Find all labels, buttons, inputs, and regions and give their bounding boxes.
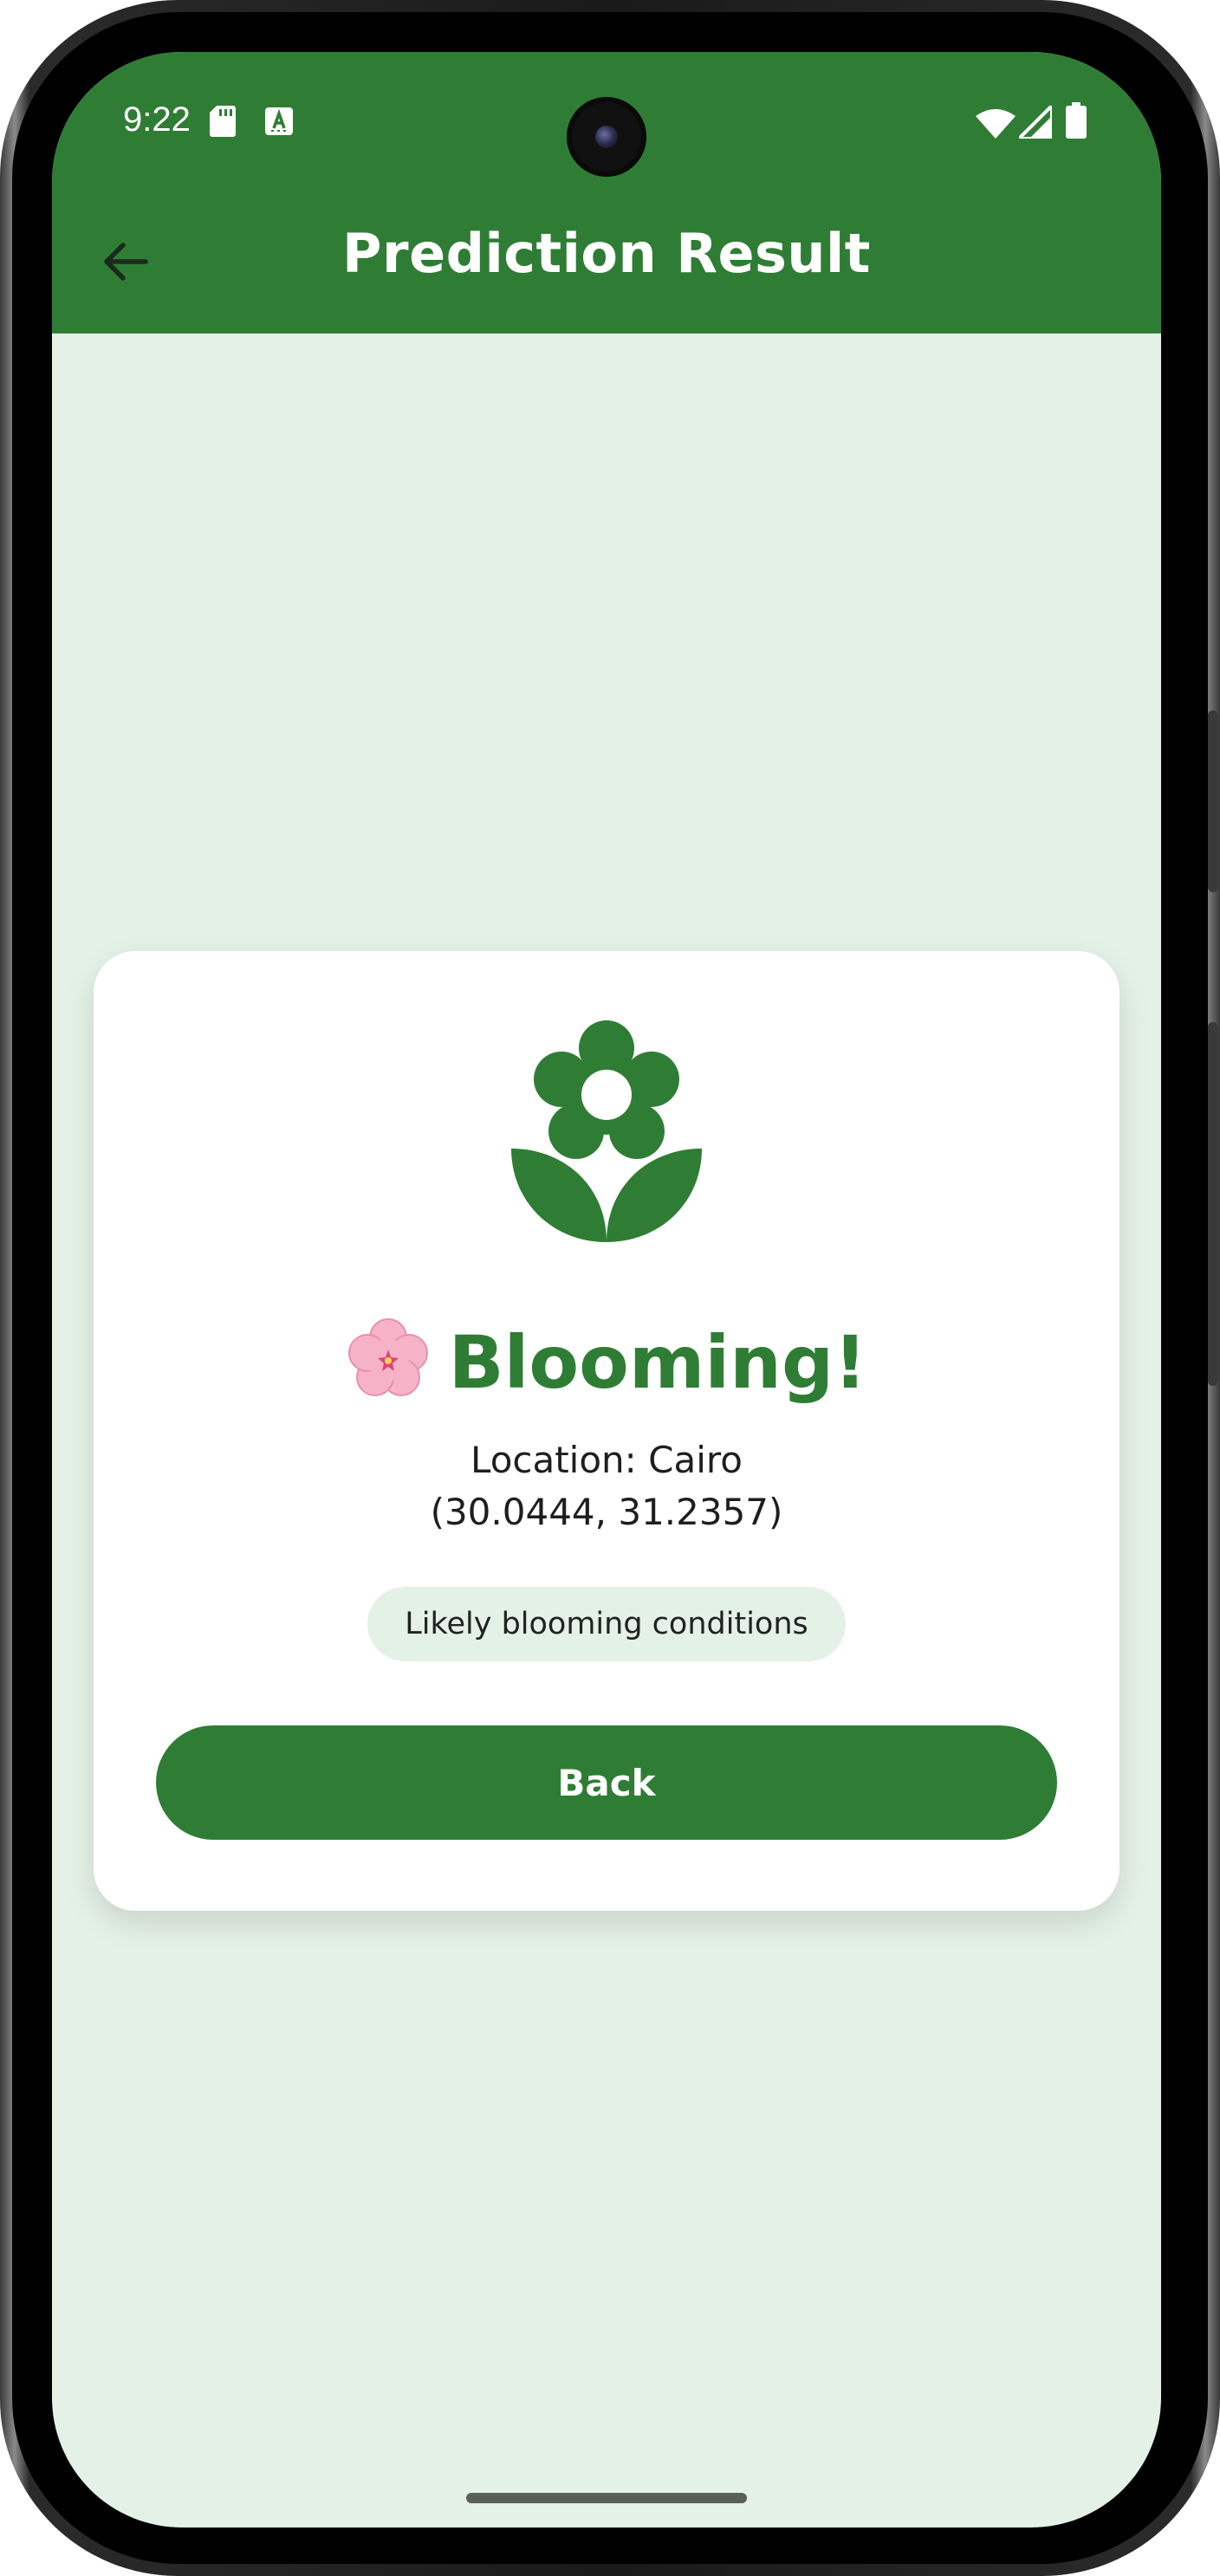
location-info: Location: Cairo (30.0444, 31.2357) — [94, 1434, 1119, 1538]
screen: 9:22 Prediction Result Blooming! Locatio… — [52, 52, 1161, 2527]
keyboard-a-icon — [265, 107, 293, 135]
status-chip: Likely blooming conditions — [367, 1587, 846, 1661]
front-camera — [567, 97, 646, 177]
battery-icon — [1066, 102, 1087, 139]
signal-icon — [1019, 106, 1052, 139]
status-time: 9:22 — [123, 100, 191, 139]
power-button — [1208, 1022, 1218, 1386]
app-bar: 9:22 Prediction Result — [52, 52, 1161, 333]
headline-text: Blooming! — [448, 1320, 867, 1405]
page-title: Prediction Result — [342, 222, 871, 285]
cherry-blossom-emoji — [347, 1318, 428, 1396]
volume-button — [1208, 710, 1218, 892]
location-name: Location: Cairo — [470, 1439, 743, 1481]
wifi-icon — [976, 109, 1016, 139]
flower-icon — [511, 1020, 702, 1242]
result-headline: Blooming! — [94, 1317, 1119, 1406]
location-coordinates: (30.0444, 31.2357) — [430, 1491, 783, 1533]
home-indicator[interactable] — [466, 2493, 747, 2503]
back-button[interactable]: Back — [156, 1725, 1057, 1840]
result-card: Blooming! Location: Cairo (30.0444, 31.2… — [94, 951, 1119, 1911]
sd-card-icon — [210, 106, 236, 137]
